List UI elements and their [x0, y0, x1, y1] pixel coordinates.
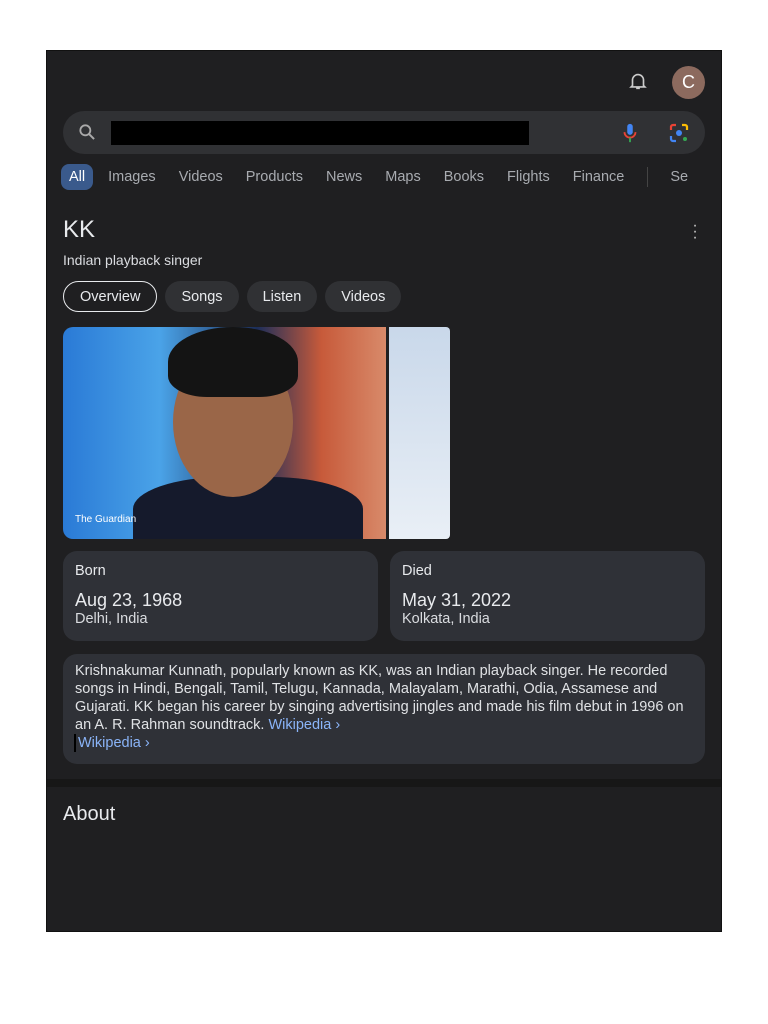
- entity-subtitle: Indian playback singer: [63, 252, 203, 268]
- more-options-icon[interactable]: · · ·: [691, 218, 699, 246]
- notifications-bell-icon[interactable]: [627, 69, 649, 93]
- entity-image-main[interactable]: The Guardian: [63, 327, 386, 539]
- tab-images[interactable]: Images: [108, 169, 156, 185]
- wikipedia-link[interactable]: Wikipedia ›: [268, 717, 340, 733]
- died-card[interactable]: Died May 31, 2022 Kolkata, India: [390, 551, 705, 641]
- search-input[interactable]: [111, 121, 529, 145]
- died-place: Kolkata, India: [402, 611, 490, 627]
- tab-flights[interactable]: Flights: [507, 169, 550, 185]
- born-card[interactable]: Born Aug 23, 1968 Delhi, India: [63, 551, 378, 641]
- description-card: Krishnakumar Kunnath, popularly known as…: [63, 654, 705, 764]
- microphone-icon[interactable]: [619, 121, 641, 145]
- tab-videos[interactable]: Videos: [179, 169, 223, 185]
- died-label: Died: [402, 563, 432, 579]
- tab-finance[interactable]: Finance: [573, 169, 625, 185]
- description-text: Krishnakumar Kunnath, popularly known as…: [75, 663, 684, 733]
- tab-products[interactable]: Products: [246, 169, 303, 185]
- section-divider: [47, 779, 721, 787]
- about-heading: About: [63, 803, 116, 825]
- entity-title: KK: [63, 216, 96, 243]
- google-lens-icon[interactable]: [667, 121, 691, 145]
- search-bar[interactable]: [63, 111, 705, 154]
- born-date: Aug 23, 1968: [75, 590, 183, 610]
- born-label: Born: [75, 563, 106, 579]
- tab-maps[interactable]: Maps: [385, 169, 420, 185]
- born-place: Delhi, India: [75, 611, 148, 627]
- died-date: May 31, 2022: [402, 590, 512, 610]
- chip-overview[interactable]: Overview: [63, 281, 158, 312]
- tab-news[interactable]: News: [326, 169, 362, 185]
- entity-image-secondary[interactable]: [389, 327, 450, 539]
- tab-search-tools[interactable]: Se: [670, 169, 688, 185]
- tabs-divider: [647, 167, 649, 187]
- account-avatar[interactable]: C: [672, 66, 705, 99]
- image-source: The Guardian: [75, 514, 137, 525]
- avatar-letter: C: [682, 72, 695, 92]
- entity-chips: Overview Songs Listen Videos: [63, 281, 402, 312]
- chip-listen[interactable]: Listen: [246, 281, 318, 312]
- search-icon: [79, 124, 95, 140]
- google-search-page: C All Images Videos Products News Maps B…: [46, 50, 722, 932]
- chip-songs[interactable]: Songs: [165, 281, 239, 312]
- search-tabs: All Images Videos Products News Maps Boo…: [61, 163, 711, 191]
- tab-all[interactable]: All: [61, 164, 94, 190]
- wikipedia-link-secondary[interactable]: Wikipedia ›: [74, 734, 150, 752]
- tab-books[interactable]: Books: [444, 169, 484, 185]
- chip-videos[interactable]: Videos: [325, 281, 402, 312]
